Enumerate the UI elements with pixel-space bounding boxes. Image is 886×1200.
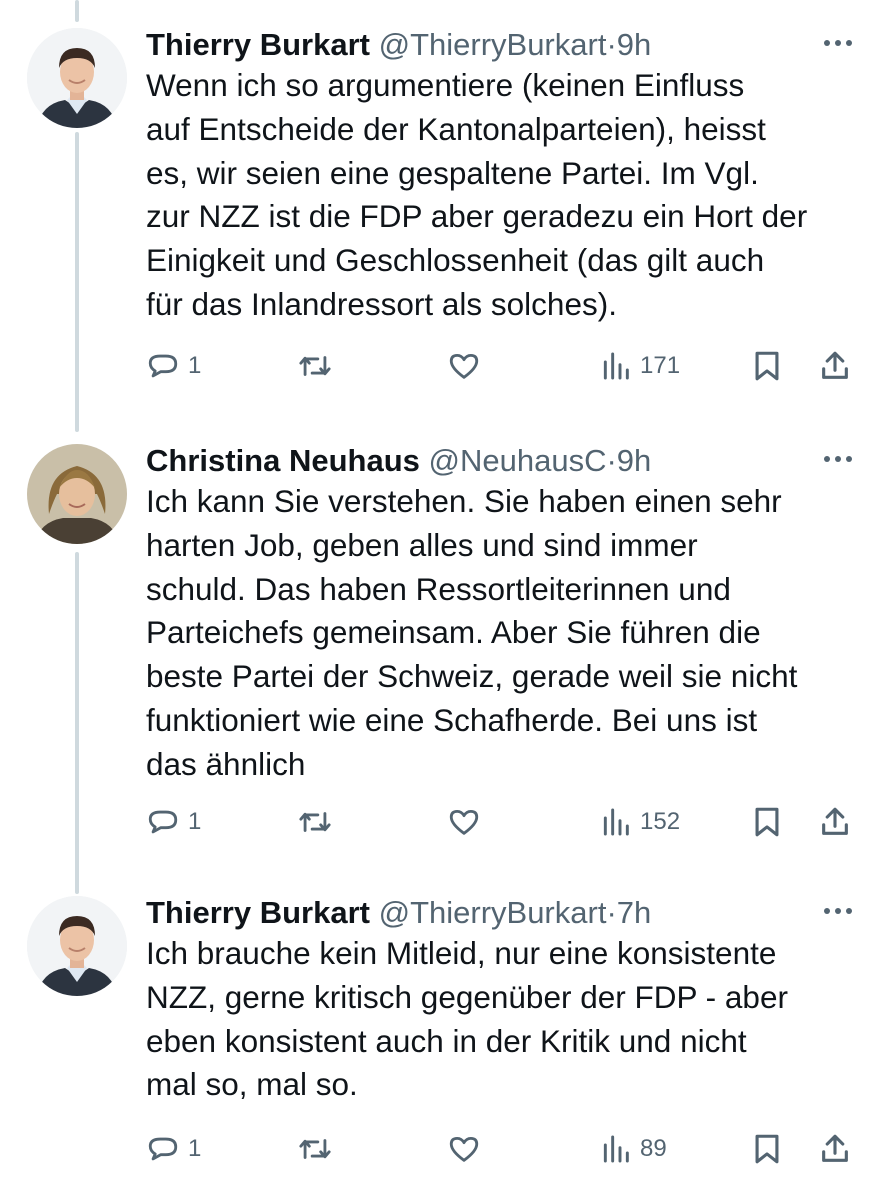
reply-button[interactable]: 1 xyxy=(146,1129,201,1169)
bookmark-icon xyxy=(755,1134,779,1164)
reply-count: 1 xyxy=(188,808,202,835)
separator-dot: · xyxy=(606,27,617,62)
reply-button[interactable]: 1 xyxy=(146,346,201,386)
more-options-button[interactable] xyxy=(820,896,856,926)
views-button[interactable]: 89 xyxy=(600,1129,667,1169)
view-count: 171 xyxy=(640,352,681,379)
bar-chart-icon xyxy=(603,1135,629,1163)
retweet-arrows-icon xyxy=(299,812,331,832)
avatar-photo-icon xyxy=(27,28,127,128)
timestamp[interactable]: 7h xyxy=(617,895,651,930)
three-dots-icon xyxy=(824,908,852,914)
tweet-actions: 1 152 xyxy=(146,802,866,842)
bookmark-button[interactable] xyxy=(750,346,784,386)
avatar[interactable] xyxy=(27,896,127,996)
tweet-header: Thierry Burkart @ThierryBurkart·7h xyxy=(146,888,651,938)
tweet-actions: 1 89 xyxy=(146,1129,866,1169)
avatar-photo-icon xyxy=(27,896,127,996)
tweet[interactable]: Thierry Burkart @ThierryBurkart·9h Wenn … xyxy=(0,20,886,420)
share-button[interactable] xyxy=(818,1129,852,1169)
reply-count: 1 xyxy=(188,352,202,379)
conversation-thread: Thierry Burkart @ThierryBurkart·9h Wenn … xyxy=(0,0,886,1200)
separator-dot: · xyxy=(606,895,617,930)
view-count: 89 xyxy=(640,1135,667,1162)
upload-arrow-icon xyxy=(822,1134,848,1162)
reply-button[interactable]: 1 xyxy=(146,802,201,842)
retweet-arrows-icon xyxy=(299,356,331,376)
timestamp[interactable]: 9h xyxy=(617,443,651,478)
avatar[interactable] xyxy=(27,28,127,128)
like-button[interactable] xyxy=(446,346,482,386)
heart-icon xyxy=(449,809,479,835)
bookmark-button[interactable] xyxy=(750,1129,784,1169)
tweet-actions: 1 171 xyxy=(146,346,866,386)
avatar[interactable] xyxy=(27,444,127,544)
tweet-text: Ich brauche kein Mitleid, nur eine konsi… xyxy=(146,935,788,1103)
retweet-button[interactable] xyxy=(296,346,334,386)
tweet-header: Thierry Burkart @ThierryBurkart·9h xyxy=(146,20,651,70)
separator-dot: · xyxy=(606,443,617,478)
timestamp[interactable]: 9h xyxy=(617,27,651,62)
author-name[interactable]: Thierry Burkart xyxy=(146,895,370,930)
author-handle[interactable]: @ThierryBurkart xyxy=(379,895,607,930)
upload-arrow-icon xyxy=(822,351,848,379)
tweet[interactable]: Christina Neuhaus @NeuhausC·9h Ich kann … xyxy=(0,436,886,876)
upload-arrow-icon xyxy=(822,807,848,835)
author-name[interactable]: Christina Neuhaus xyxy=(146,443,420,478)
like-button[interactable] xyxy=(446,1129,482,1169)
share-button[interactable] xyxy=(818,346,852,386)
author-name[interactable]: Thierry Burkart xyxy=(146,27,370,62)
speech-bubble-icon xyxy=(148,1137,178,1161)
reply-count: 1 xyxy=(188,1135,202,1162)
tweet-header: Christina Neuhaus @NeuhausC·9h xyxy=(146,436,651,486)
retweet-arrows-icon xyxy=(299,1139,331,1159)
author-handle[interactable]: @NeuhausC xyxy=(429,443,607,478)
speech-bubble-icon xyxy=(148,354,178,378)
bookmark-button[interactable] xyxy=(750,802,784,842)
more-options-button[interactable] xyxy=(820,28,856,58)
tweet-text: Ich kann Sie verstehen. Sie haben einen … xyxy=(146,483,798,782)
view-count: 152 xyxy=(640,808,681,835)
views-button[interactable]: 152 xyxy=(600,802,680,842)
tweet-text: Wenn ich so argumentiere (keinen Einflus… xyxy=(146,67,808,322)
more-options-button[interactable] xyxy=(820,444,856,474)
three-dots-icon xyxy=(824,40,852,46)
retweet-button[interactable] xyxy=(296,802,334,842)
author-handle[interactable]: @ThierryBurkart xyxy=(379,27,607,62)
share-button[interactable] xyxy=(818,802,852,842)
heart-icon xyxy=(449,353,479,379)
bar-chart-icon xyxy=(603,352,629,380)
bar-chart-icon xyxy=(603,808,629,836)
thread-connector-top xyxy=(75,0,79,22)
bookmark-icon xyxy=(755,351,779,381)
avatar-photo-icon xyxy=(27,444,127,544)
three-dots-icon xyxy=(824,456,852,462)
heart-icon xyxy=(449,1136,479,1162)
retweet-button[interactable] xyxy=(296,1129,334,1169)
like-button[interactable] xyxy=(446,802,482,842)
tweet[interactable]: Thierry Burkart @ThierryBurkart·7h Ich b… xyxy=(0,888,886,1188)
bookmark-icon xyxy=(755,807,779,837)
views-button[interactable]: 171 xyxy=(600,346,680,386)
speech-bubble-icon xyxy=(148,810,178,834)
